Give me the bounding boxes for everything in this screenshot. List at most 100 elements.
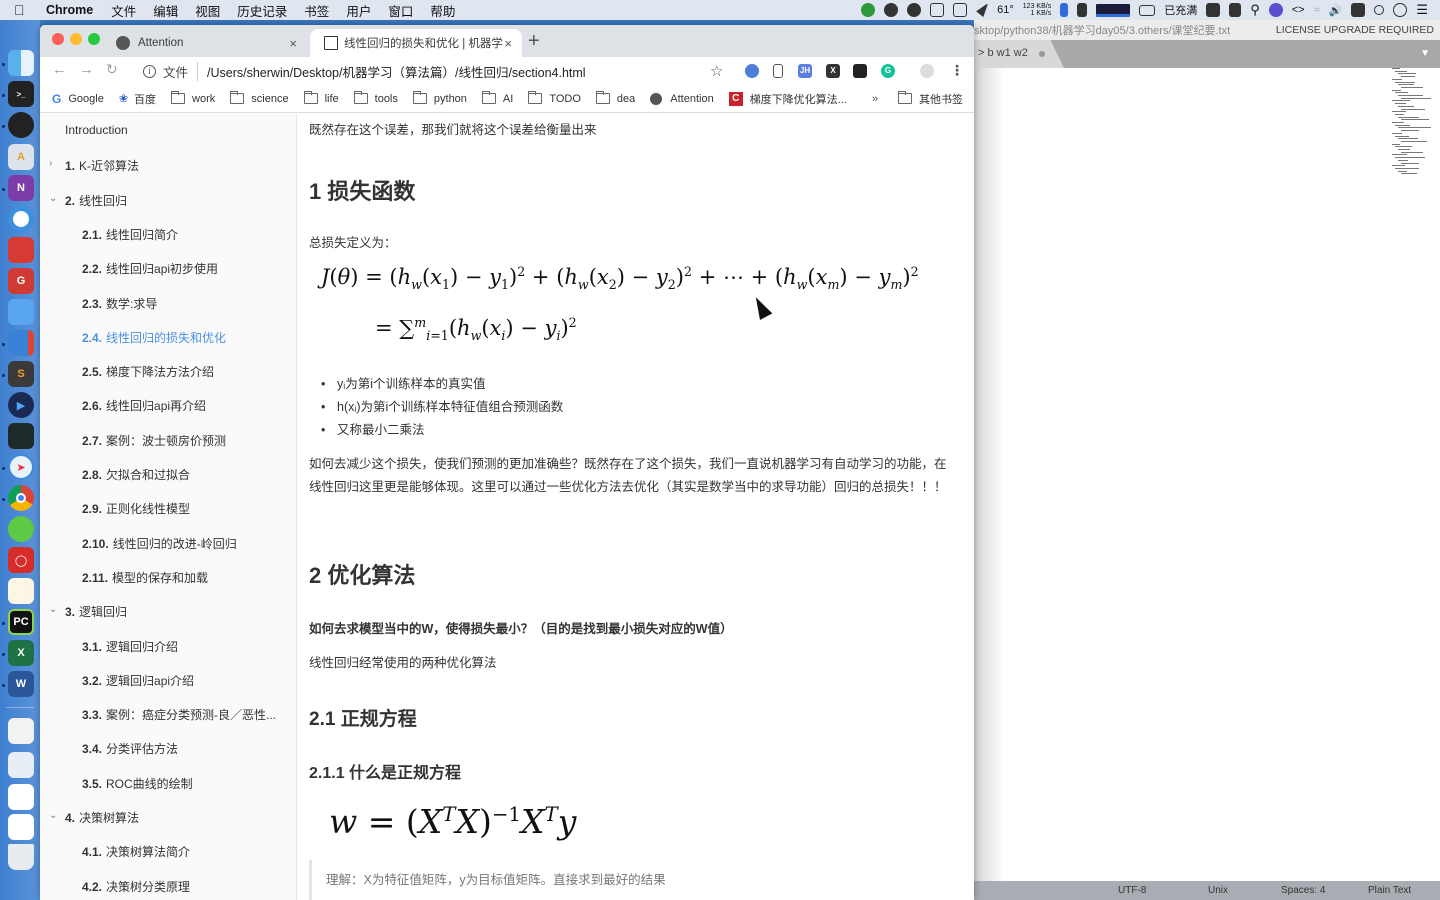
bookmark-ext-icon[interactable]	[773, 64, 783, 78]
toc-item[interactable]: 2.2. 线性回归api初步使用	[82, 260, 218, 277]
pycharm-icon[interactable]: PC	[8, 609, 34, 635]
bookmark-folder-todo[interactable]: TODO	[528, 91, 581, 105]
close-tab-icon[interactable]: ×	[504, 36, 512, 51]
unsaved-dot-icon[interactable]	[1039, 51, 1045, 57]
obs-status-icon[interactable]	[884, 3, 899, 17]
toc-item[interactable]: 3.4. 分类评估方法	[82, 740, 178, 757]
x-ext-icon[interactable]: X	[826, 64, 840, 78]
circle-status-icon[interactable]	[1374, 5, 1385, 15]
finder-icon[interactable]	[8, 50, 34, 76]
sublime-file-stack-icon[interactable]	[8, 784, 34, 810]
bookmark-folder-science[interactable]: science	[230, 91, 289, 105]
toc-item[interactable]: 2.9. 正则化线性模型	[82, 500, 190, 517]
toc-item[interactable]: 3.5. ROC曲线的绘制	[82, 775, 193, 792]
bookmark-folder-dea[interactable]: dea	[595, 91, 635, 105]
toc-item[interactable]: 2.3. 数学:求导	[82, 295, 157, 312]
chevron-down-icon[interactable]: ⌄	[49, 604, 57, 615]
trash-icon[interactable]	[8, 844, 34, 870]
menu-edit[interactable]: 编辑	[153, 1, 178, 20]
minimize-window-button[interactable]	[70, 33, 82, 45]
reload-button[interactable]: ↻	[106, 61, 118, 78]
clock-status-icon[interactable]	[1393, 3, 1408, 17]
menu-app-name[interactable]: Chrome	[46, 3, 93, 17]
upload-status-icon[interactable]	[861, 3, 876, 17]
minimap[interactable]	[1384, 68, 1440, 178]
bookmark-folder-python[interactable]: python	[412, 91, 467, 105]
bookmark-gradient-descent[interactable]: C 梯度下降优化算法...	[728, 91, 847, 107]
volume-icon[interactable]: 🔊	[1329, 4, 1343, 17]
code-icon[interactable]: <>	[1292, 4, 1305, 16]
chrome-icon[interactable]	[8, 485, 34, 511]
toc-item[interactable]: 2.11. 模型的保存和加载	[82, 569, 208, 586]
sublime-text-icon[interactable]: S	[8, 361, 34, 387]
excel-icon[interactable]: X	[8, 640, 34, 666]
close-window-button[interactable]	[52, 33, 64, 45]
chevron-down-icon[interactable]: ⌄	[49, 810, 57, 821]
g-app-icon[interactable]: G	[8, 268, 34, 294]
zoom-window-button[interactable]	[88, 33, 100, 45]
terminal-icon[interactable]: >_	[8, 81, 34, 107]
tab-attention[interactable]: Attention ×	[102, 29, 307, 57]
chevron-right-icon[interactable]: ›	[49, 158, 52, 169]
tab-section4[interactable]: 线性回归的损失和优化 | 机器学 ×	[310, 29, 522, 57]
obs-icon[interactable]	[8, 112, 34, 138]
document-stack-icon[interactable]	[8, 718, 34, 744]
toc-item[interactable]: 2.4. 线性回归的损失和优化	[82, 329, 226, 346]
battery-icon[interactable]	[1139, 4, 1156, 16]
activity-monitor-icon[interactable]	[8, 423, 34, 449]
toc-item[interactable]: 2.6. 线性回归api再介绍	[82, 397, 206, 414]
qq-status-icon[interactable]	[907, 3, 922, 17]
syntax-status[interactable]: Plain Text	[1368, 885, 1411, 896]
profile-avatar[interactable]	[920, 64, 934, 78]
site-info-icon[interactable]: i	[143, 64, 156, 78]
s-app-icon[interactable]	[1351, 3, 1366, 17]
netease-music-icon[interactable]: ◯	[8, 547, 34, 573]
sublime-tab[interactable]: > b w1 w2	[974, 40, 1064, 68]
notes-icon[interactable]	[8, 578, 34, 604]
input-method-icon[interactable]	[953, 3, 968, 17]
address-bar[interactable]: i 文件 /Users/sherwin/Desktop/机器学习（算法篇）/线性…	[135, 58, 735, 84]
toc-item[interactable]: 1. K-近邻算法	[65, 157, 139, 174]
menu-bookmarks[interactable]: 书签	[304, 1, 329, 20]
toc-item[interactable]: 3.3. 案例：癌症分类预测-良／恶性...	[82, 706, 276, 723]
display-status-icon[interactable]	[1206, 3, 1221, 17]
menu-history[interactable]: 历史记录	[237, 1, 287, 20]
notification-center-icon[interactable]: ☰	[1416, 2, 1428, 18]
url-text[interactable]: /Users/sherwin/Desktop/机器学习（算法篇）/线性回归/se…	[207, 62, 586, 81]
toc-item[interactable]: 2.1. 线性回归简介	[82, 226, 178, 243]
text-file-stack-icon[interactable]	[8, 814, 34, 840]
onenote-icon[interactable]: N	[8, 175, 34, 201]
screenshot-stack-icon[interactable]	[8, 752, 34, 778]
toc-item[interactable]: 4.2. 决策树分类原理	[82, 878, 190, 895]
toc-item[interactable]: 4.1. 决策树算法简介	[82, 843, 190, 860]
cloud-app-icon[interactable]	[8, 237, 34, 263]
video-player-icon[interactable]: ▶	[8, 392, 34, 418]
menu-people[interactable]: 用户	[346, 1, 371, 20]
bookmark-folder-work[interactable]: work	[171, 91, 215, 105]
window-status-icon[interactable]	[930, 3, 945, 17]
tampermonkey-ext-icon[interactable]	[853, 64, 867, 78]
bookmark-status-icon[interactable]	[1077, 3, 1088, 17]
toc-item[interactable]: 2.7. 案例：波士顿房价预测	[82, 432, 226, 449]
bookmark-attention[interactable]: Attention	[650, 92, 714, 105]
new-tab-button[interactable]: +	[528, 30, 540, 53]
more-bookmarks-button[interactable]: »	[872, 93, 878, 105]
chrome-menu-icon[interactable]: ⋮	[950, 62, 964, 79]
encoding-status[interactable]: UTF-8	[1118, 885, 1146, 896]
instruments-icon[interactable]: A	[8, 144, 34, 170]
search-icon[interactable]: ⚲	[1250, 2, 1260, 18]
apple-icon[interactable]: 	[14, 2, 32, 18]
toc-item[interactable]: 3.1. 逻辑回归介绍	[82, 638, 178, 655]
tab-dropdown-icon[interactable]: ▼	[1420, 48, 1430, 59]
toc-item[interactable]: 3.2. 逻辑回归api介绍	[82, 672, 194, 689]
wifi-icon[interactable]: ≈	[1314, 4, 1320, 16]
pencil-app-icon[interactable]	[8, 299, 34, 325]
other-bookmarks-folder[interactable]: 其他书签	[898, 91, 963, 107]
chevron-down-icon[interactable]: ⌄	[49, 193, 57, 204]
translate-ext-icon[interactable]	[745, 64, 759, 78]
forward-button[interactable]: →	[79, 61, 94, 78]
toc-item[interactable]: 3. 逻辑回归	[65, 603, 127, 620]
bookmark-folder-life[interactable]: life	[303, 91, 339, 105]
bookmark-folder-ai[interactable]: AI	[481, 91, 513, 105]
toc-item[interactable]: 2. 线性回归	[65, 192, 127, 209]
